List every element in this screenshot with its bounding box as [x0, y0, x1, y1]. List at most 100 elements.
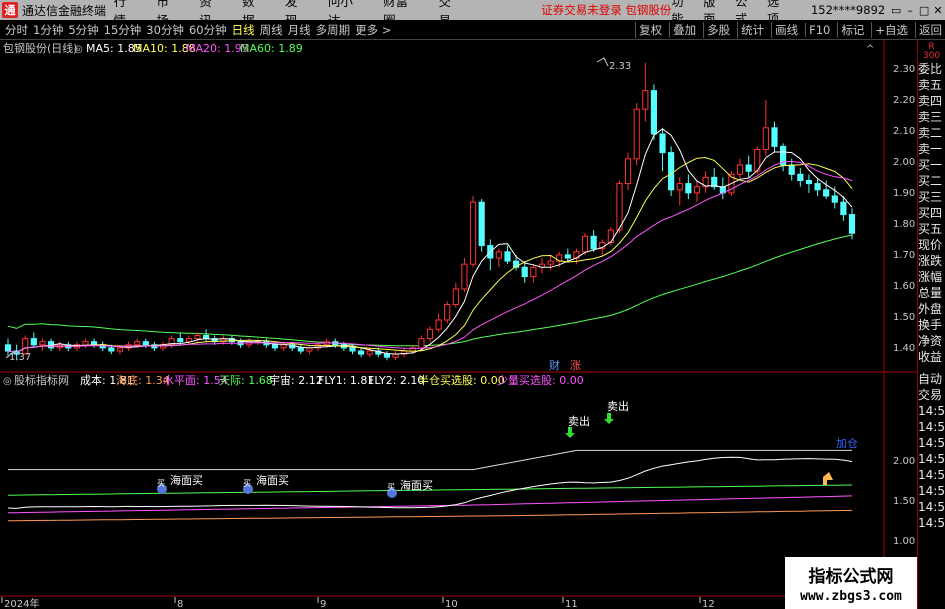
sell-label: 卖出: [568, 414, 590, 428]
side-item-sell2[interactable]: 卖二: [918, 125, 945, 141]
legend-circle-icon[interactable]: ◎: [74, 44, 83, 55]
half-buy-label: 半仓买选股: 0.00: [418, 373, 505, 387]
side-item-sell1[interactable]: 卖一: [918, 141, 945, 157]
date-axis: 2024年 8 9 10 11 12: [1, 597, 715, 609]
overlay-button[interactable]: 叠加: [669, 21, 699, 38]
candle-body: [564, 254, 571, 259]
seabuy-marker: 买 海面买: [387, 478, 433, 498]
period-1min[interactable]: 1分钟: [33, 22, 63, 38]
candle-body: [142, 341, 149, 346]
price-tick: 1.80: [893, 219, 915, 230]
price-tick: 1.50: [893, 312, 915, 323]
minimize-icon[interactable]: –: [903, 4, 917, 17]
side-item-weibi[interactable]: 委比: [918, 61, 945, 77]
light-buy-label: 少量买选股: 0.00: [497, 374, 584, 387]
side-item-eps[interactable]: 收益: [918, 349, 945, 365]
add-watchlist-button[interactable]: +自选: [871, 21, 911, 38]
watermark-title: 指标公式网: [808, 567, 894, 587]
side-item-buy5[interactable]: 买五: [918, 221, 945, 237]
side-item-buy4[interactable]: 买四: [918, 205, 945, 221]
ma5-line: [7, 128, 853, 355]
candle-body: [840, 201, 847, 216]
candle-body: [607, 229, 614, 244]
candle-body: [590, 235, 597, 250]
candle-body: [642, 90, 649, 110]
seabuy-label: 海面买: [256, 473, 289, 487]
collapse-up-icon[interactable]: ^: [866, 44, 874, 55]
side-item-netasset[interactable]: 净资: [918, 333, 945, 349]
side-item-turnover[interactable]: 换手: [918, 317, 945, 333]
f10-button[interactable]: F10: [805, 22, 833, 37]
multi-stock-button[interactable]: 多股: [703, 21, 733, 38]
indicator-tick: 2.00: [893, 456, 915, 467]
candle-body: [418, 338, 425, 349]
side-item-pct[interactable]: 涨幅: [918, 269, 945, 285]
side-item-sell3[interactable]: 卖三: [918, 109, 945, 125]
candle-body: [788, 164, 795, 175]
candle-body: [280, 344, 287, 349]
date-tick: 12: [702, 599, 715, 609]
candle-body: [435, 319, 442, 330]
sell-marker: 卖出: [604, 399, 629, 424]
price-tick: 2.30: [893, 64, 915, 75]
app-logo-icon: 通: [2, 2, 18, 18]
period-daily[interactable]: 日线: [232, 22, 255, 38]
mark-button[interactable]: 标记: [837, 21, 867, 38]
finance-badge[interactable]: 财: [549, 358, 560, 372]
side-item-trade[interactable]: 交易: [918, 387, 945, 403]
period-30min[interactable]: 30分钟: [146, 22, 184, 38]
side-item-outer[interactable]: 外盘: [918, 301, 945, 317]
period-monthly[interactable]: 月线: [288, 22, 311, 38]
date-tick: 9: [320, 599, 326, 609]
price-tick: 1.60: [893, 281, 915, 292]
stats-button[interactable]: 统计: [737, 21, 767, 38]
period-intraday[interactable]: 分时: [5, 22, 28, 38]
candle-body: [82, 341, 89, 346]
candle-body: [134, 341, 141, 346]
candle-body: [676, 183, 683, 191]
candle-body: [581, 235, 589, 253]
period-weekly[interactable]: 周线: [260, 22, 283, 38]
period-more[interactable]: 更多 >: [355, 22, 391, 38]
high-price-label: 2.33: [609, 61, 631, 72]
kline-chart[interactable]: 包钢股份(日线) ◎ MA5: 1.85 MA10: 1.88 MA20: 1.…: [0, 40, 917, 609]
indicator-tick: 1.50: [893, 496, 915, 507]
account-id[interactable]: 152****9892: [811, 3, 885, 17]
period-multi[interactable]: 多周期: [316, 22, 351, 38]
side-item-price[interactable]: 现价: [918, 237, 945, 253]
side-item-sell4[interactable]: 卖四: [918, 93, 945, 109]
period-5min[interactable]: 5分钟: [68, 22, 98, 38]
side-item-volume[interactable]: 总量: [918, 285, 945, 301]
side-item-sell5[interactable]: 卖五: [918, 77, 945, 93]
ma-lines: [7, 128, 853, 355]
fly2-label: FLY2: 2.10: [368, 374, 424, 387]
side-item-buy2[interactable]: 买二: [918, 173, 945, 189]
r-badge-icon[interactable]: R 300: [918, 43, 945, 61]
restore-window-icon[interactable]: ▭: [889, 4, 903, 17]
draw-button[interactable]: 画线: [771, 21, 801, 38]
period-60min[interactable]: 60分钟: [189, 22, 227, 38]
side-item-buy3[interactable]: 买三: [918, 189, 945, 205]
side-item-change[interactable]: 涨跌: [918, 253, 945, 269]
login-notice[interactable]: 证券交易未登录 包钢股份: [541, 2, 671, 18]
down-arrow-icon: [565, 427, 575, 438]
side-item-auto[interactable]: 自动: [918, 371, 945, 387]
seabed-line: [7, 509, 853, 522]
period-15min[interactable]: 15分钟: [104, 22, 142, 38]
indicator-circle-icon[interactable]: ◎: [3, 376, 12, 387]
tick-time: 14:56: [918, 404, 945, 418]
close-icon[interactable]: ✕: [931, 4, 945, 17]
maximize-icon[interactable]: □: [917, 4, 931, 17]
ma60-label: MA60: 1.89: [240, 42, 303, 55]
flag-icon: [823, 472, 833, 485]
candle-body: [177, 338, 184, 343]
side-item-buy1[interactable]: 买一: [918, 157, 945, 173]
back-button[interactable]: 返回: [915, 21, 945, 38]
candle-body: [4, 344, 12, 352]
adjust-button[interactable]: 复权: [635, 21, 665, 38]
limit-up-badge[interactable]: 涨: [570, 359, 581, 372]
price-tick: 1.40: [893, 343, 915, 354]
candle-body: [745, 164, 752, 172]
price-tick: 1.70: [893, 250, 915, 261]
buy-badge-text: 买: [157, 479, 165, 488]
